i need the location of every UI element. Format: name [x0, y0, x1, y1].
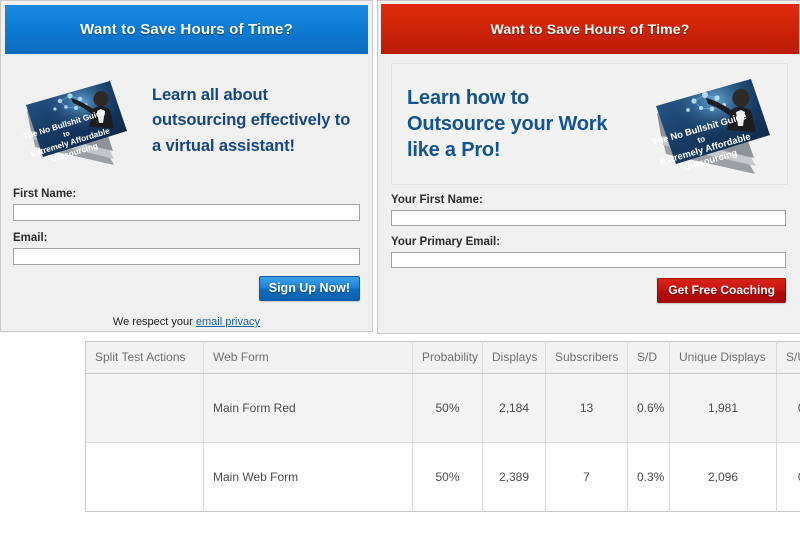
ebook-stack-graphic-red: The No Bullshit Guide to Extremely Affor… [650, 79, 770, 174]
table-row: Main Form Red 50% 2,184 13 0.6% 1,981 0.… [85, 373, 800, 443]
ebook-cover-image-red: The No Bullshit Guide to Extremely Affor… [641, 64, 787, 184]
panel-red-form: Your First Name: Your Primary Email: Get… [378, 185, 800, 303]
cell-probability: 50% [412, 442, 483, 512]
cell-actions[interactable] [85, 373, 204, 443]
cell-web-form: Main Form Red [203, 373, 413, 443]
panel-red-headline-line1: Learn how to [407, 87, 530, 109]
column-header-split-test-actions[interactable]: Split Test Actions [85, 341, 204, 374]
first-name-input[interactable] [13, 204, 360, 221]
email-input[interactable] [13, 248, 360, 265]
cell-sd: 0.3% [627, 442, 670, 512]
privacy-notice-text: We respect your [112, 316, 196, 328]
panel-blue-body: The No Bullshit Guide to Extremely Affor… [1, 54, 372, 328]
split-test-stats-table: Split Test Actions Web Form Probability … [85, 341, 800, 512]
column-header-probability[interactable]: Probability [412, 341, 483, 374]
panel-red-headline-line2: Outsource your Work [407, 113, 608, 135]
cell-sud: 0.7% [776, 373, 800, 443]
panel-blue-hero: The No Bullshit Guide to Extremely Affor… [1, 54, 372, 180]
email-privacy-link[interactable]: email privacy [196, 316, 260, 328]
your-first-name-input[interactable] [391, 210, 786, 226]
optin-panel-blue: Want to Save Hours of Time? The No Bulls… [0, 0, 373, 332]
cell-sd: 0.6% [627, 373, 670, 443]
cell-actions[interactable] [85, 442, 204, 512]
get-free-coaching-button[interactable]: Get Free Coaching [657, 278, 786, 303]
column-header-sd[interactable]: S/D [627, 341, 670, 374]
panel-red-hero: Learn how to Outsource your Work like a … [391, 63, 788, 185]
your-first-name-label: Your First Name: [391, 194, 483, 206]
panel-red-header: Want to Save Hours of Time? [381, 4, 799, 54]
panel-blue-form: First Name: Email: Sign Up Now! We respe… [1, 180, 372, 328]
panel-blue-button-row: Sign Up Now! [13, 276, 360, 301]
panel-red-headline-line3: like a Pro! [407, 139, 501, 161]
column-header-displays[interactable]: Displays [482, 341, 546, 374]
cell-probability: 50% [412, 373, 483, 443]
split-test-stats-table-container: Split Test Actions Web Form Probability … [85, 341, 800, 512]
sign-up-now-button[interactable]: Sign Up Now! [258, 276, 360, 301]
panel-red-header-title: Want to Save Hours of Time? [490, 21, 690, 37]
cell-web-form: Main Web Form [203, 442, 413, 512]
column-header-sud[interactable]: S/UD [776, 341, 800, 374]
privacy-notice: We respect your email privacy [13, 316, 360, 328]
panel-blue-header-title: Want to Save Hours of Time? [80, 21, 293, 38]
column-header-unique-displays[interactable]: Unique Displays [669, 341, 777, 374]
ebook-stack-graphic: The No Bullshit Guide to Extremely Affor… [22, 81, 127, 165]
table-header-row: Split Test Actions Web Form Probability … [85, 341, 800, 374]
ebook-cover-image-blue: The No Bullshit Guide to Extremely Affor… [13, 65, 138, 177]
panel-red-headline: Learn how to Outsource your Work like a … [392, 85, 641, 163]
optin-panel-red: Want to Save Hours of Time? Learn how to… [377, 0, 800, 334]
cell-unique-displays: 1,981 [669, 373, 777, 443]
first-name-label: First Name: [13, 188, 77, 200]
panel-blue-headline: Learn all about outsourcing effectively … [152, 85, 351, 155]
column-header-web-form[interactable]: Web Form [203, 341, 413, 374]
cell-displays: 2,389 [482, 442, 546, 512]
email-label: Email: [13, 232, 48, 244]
cell-unique-displays: 2,096 [669, 442, 777, 512]
optin-forms-comparison-row: Want to Save Hours of Time? The No Bulls… [0, 0, 800, 334]
your-primary-email-input[interactable] [391, 252, 786, 268]
cell-sud: 0.3% [776, 442, 800, 512]
panel-blue-header: Want to Save Hours of Time? [5, 5, 368, 54]
your-primary-email-label: Your Primary Email: [391, 236, 501, 248]
panel-red-button-row: Get Free Coaching [391, 278, 786, 303]
cell-subscribers: 13 [545, 373, 628, 443]
column-header-subscribers[interactable]: Subscribers [545, 341, 628, 374]
table-row: Main Web Form 50% 2,389 7 0.3% 2,096 0.3… [85, 442, 800, 512]
cell-subscribers: 7 [545, 442, 628, 512]
cell-displays: 2,184 [482, 373, 546, 443]
